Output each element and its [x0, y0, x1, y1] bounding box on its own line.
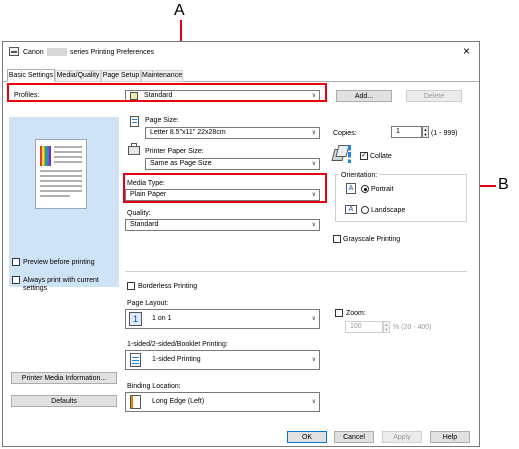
binding-edge-icon — [130, 395, 141, 409]
ok-button[interactable]: OK — [287, 431, 327, 443]
chevron-down-icon: ∨ — [311, 161, 316, 167]
close-icon[interactable]: × — [463, 45, 470, 57]
duplex-value: 1-sided Printing — [152, 356, 201, 363]
landscape-icon: A — [345, 205, 357, 214]
page-size-label: Page Size: — [145, 117, 179, 124]
tab-label: Media/Quality — [56, 72, 100, 79]
zoom-spinner[interactable]: ▲ ▼ — [383, 321, 390, 333]
help-button[interactable]: Help — [430, 431, 470, 443]
callout-a-label: A — [174, 2, 185, 19]
portrait-label: Portrait — [371, 186, 394, 193]
defaults-button[interactable]: Defaults — [11, 395, 117, 407]
zoom-checkbox[interactable] — [335, 309, 343, 317]
printer-icon — [128, 143, 140, 155]
preview-before-printing-checkbox[interactable] — [12, 258, 20, 266]
tab-maintenance[interactable]: Maintenance — [141, 70, 183, 82]
landscape-radio[interactable] — [361, 206, 369, 214]
quality-dropdown[interactable]: Standard ∨ — [125, 219, 320, 231]
one-sided-page-icon — [130, 353, 141, 367]
printer-paper-size-value: Same as Page Size — [150, 160, 212, 167]
copies-input[interactable]: 1 — [391, 126, 422, 138]
printer-paper-size-dropdown[interactable]: Same as Page Size ∨ — [145, 158, 320, 170]
delete-profile-button[interactable]: Delete — [406, 90, 462, 102]
printer-media-information-button[interactable]: Printer Media Information... — [11, 372, 117, 384]
add-profile-button[interactable]: Add... — [336, 90, 392, 102]
orientation-label: Orientation: — [339, 171, 380, 180]
binding-location-value: Long Edge (Left) — [152, 398, 205, 405]
tab-media-quality[interactable]: Media/Quality — [55, 70, 101, 82]
chevron-down-icon: ∨ — [311, 399, 316, 405]
window-title-prefix: Canon — [23, 49, 44, 56]
chevron-down-icon: ∨ — [311, 316, 316, 322]
quality-value: Standard — [130, 221, 159, 228]
chevron-down-icon: ∨ — [311, 130, 316, 136]
tab-basic-settings[interactable]: Basic Settings — [7, 69, 55, 82]
tab-page-setup[interactable]: Page Setup — [101, 70, 141, 82]
window-title-suffix: series Printing Preferences — [70, 49, 155, 56]
duplex-label: 1-sided/2-sided/Booklet Printing: — [127, 341, 228, 348]
zoom-value: 100 — [350, 323, 362, 330]
collate-checkbox[interactable]: ✓ — [360, 152, 368, 160]
always-print-label-line2: settings — [23, 285, 48, 292]
quality-label: Quality: — [127, 210, 151, 217]
tab-label: Page Setup — [102, 72, 140, 79]
printer-paper-size-label: Printer Paper Size: — [145, 148, 204, 155]
always-print-checkbox[interactable] — [12, 276, 20, 284]
section-divider — [125, 271, 467, 272]
duplex-dropdown[interactable]: 1-sided Printing ∨ — [125, 350, 320, 370]
chevron-down-icon: ∨ — [311, 357, 316, 363]
callout-a-highlight — [7, 83, 327, 102]
preview-before-printing-label: Preview before printing — [23, 259, 95, 266]
page-size-icon — [130, 116, 139, 127]
page-layout-label: Page Layout: — [127, 300, 169, 307]
page-layout-value: 1 on 1 — [152, 315, 172, 322]
collate-label: Collate — [370, 153, 392, 160]
copies-label: Copies: — [333, 130, 357, 137]
tab-label: Basic Settings — [8, 72, 54, 79]
grayscale-label: Grayscale Printing — [343, 236, 401, 243]
copies-range: (1 - 999) — [431, 130, 458, 137]
tab-label: Maintenance — [142, 72, 183, 79]
callout-b-highlight — [123, 173, 327, 203]
callout-b-label: B — [498, 176, 509, 193]
grayscale-checkbox[interactable] — [333, 235, 341, 243]
printer-app-icon — [9, 47, 19, 56]
borderless-label: Borderless Printing — [138, 283, 198, 290]
tab-strip: Basic Settings Media/Quality Page Setup … — [3, 69, 479, 82]
portrait-icon: A — [346, 183, 356, 194]
printing-preferences-window: Canon series Printing Preferences × Basi… — [2, 41, 480, 447]
borderless-checkbox[interactable] — [127, 282, 135, 290]
copies-value: 1 — [396, 128, 400, 135]
chevron-down-icon: ∨ — [311, 222, 316, 228]
page-preview — [35, 139, 87, 209]
page-size-value: Letter 8.5"x11" 22x28cm — [150, 129, 226, 136]
zoom-label: Zoom: — [346, 310, 366, 317]
title-bar: Canon series Printing Preferences × — [3, 42, 479, 62]
binding-location-label: Binding Location: — [127, 383, 181, 390]
page-layout-icon: 1 — [129, 312, 142, 326]
portrait-radio[interactable] — [361, 185, 369, 193]
cancel-button[interactable]: Cancel — [334, 431, 374, 443]
landscape-label: Landscape — [371, 207, 406, 214]
binding-location-dropdown[interactable]: Long Edge (Left) ∨ — [125, 392, 320, 412]
page-size-dropdown[interactable]: Letter 8.5"x11" 22x28cm ∨ — [145, 127, 320, 139]
page-layout-dropdown[interactable]: 1 1 on 1 ∨ — [125, 309, 320, 329]
zoom-input[interactable]: 100 — [345, 321, 383, 333]
zoom-range: % (20 - 400) — [393, 324, 432, 331]
copies-spinner[interactable]: ▲ ▼ — [422, 126, 429, 138]
redacted-model-name — [47, 48, 67, 56]
collate-icon — [331, 143, 351, 163]
apply-button[interactable]: Apply — [382, 431, 422, 443]
